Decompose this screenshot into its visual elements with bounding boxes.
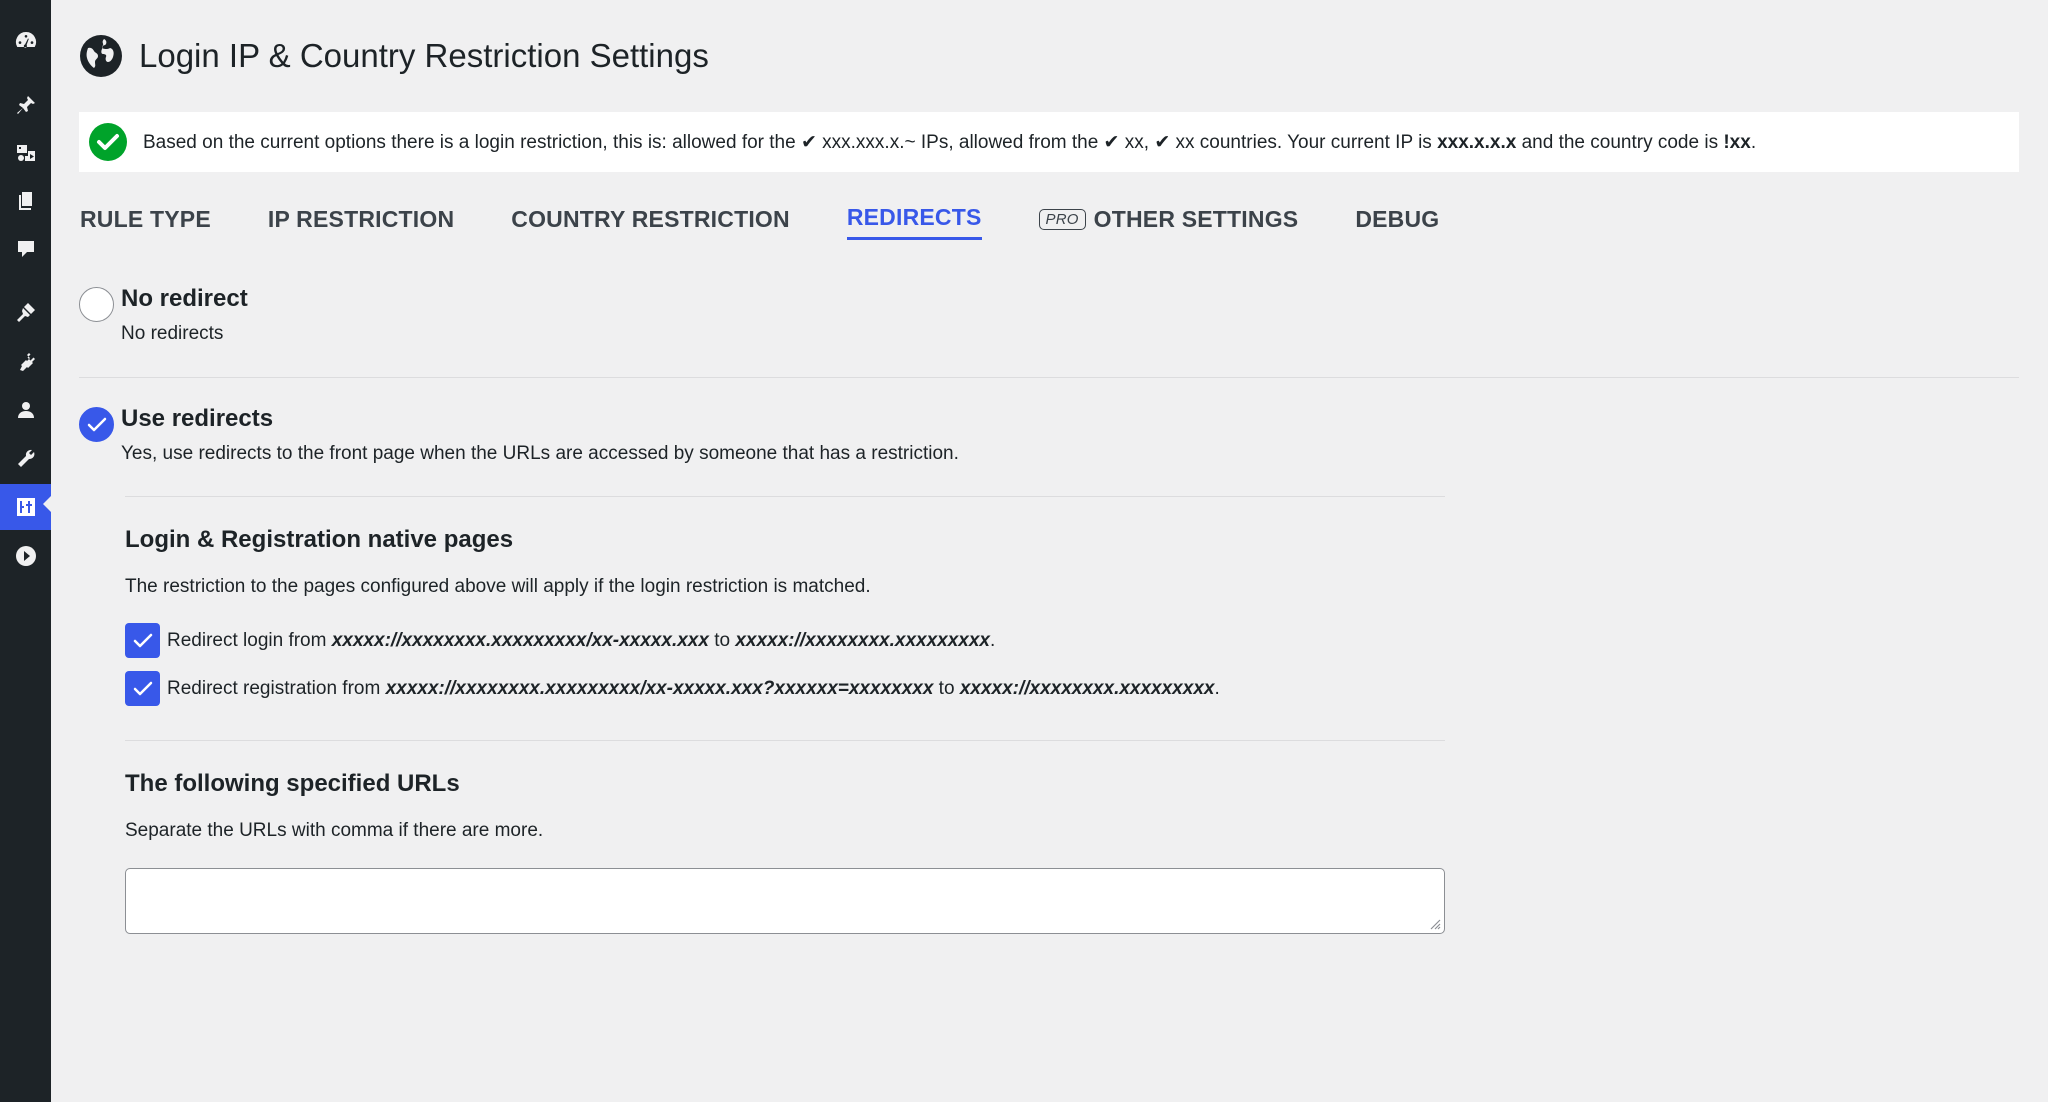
restriction-notice: Based on the current options there is a … — [79, 112, 2019, 172]
pro-badge: PRO — [1038, 208, 1086, 230]
tab-country-restriction[interactable]: Country restriction — [511, 204, 790, 240]
page-title: Login IP & Country Restriction Settings — [139, 37, 709, 74]
tab-rule-type[interactable]: Rule type — [80, 204, 211, 240]
pages-icon[interactable] — [0, 181, 51, 221]
native-pages-section: Login & Registration native pages The re… — [125, 526, 1445, 598]
globe-icon — [80, 35, 122, 77]
specified-urls-section: The following specified URLs Separate th… — [125, 770, 1445, 842]
tab-redirects[interactable]: Redirects — [846, 204, 982, 240]
redirect-login-option: Redirect login from xxxxx://xxxxxxxx.xxx… — [125, 623, 995, 658]
redirect-registration-label[interactable]: Redirect registration from xxxxx://xxxxx… — [167, 678, 1220, 700]
no-redirect-radio[interactable] — [79, 287, 114, 322]
native-pages-heading: Login & Registration native pages — [125, 526, 514, 553]
redirect-registration-checkbox[interactable] — [125, 671, 160, 706]
tools-icon[interactable] — [0, 438, 51, 478]
media-icon[interactable] — [0, 133, 51, 173]
specified-urls-textarea[interactable] — [126, 869, 1444, 933]
settings-icon[interactable] — [0, 484, 51, 530]
users-icon[interactable] — [0, 390, 51, 430]
no-redirect-title[interactable]: No redirect — [121, 285, 248, 313]
use-redirects-radio[interactable] — [79, 407, 114, 442]
specified-urls-desc: Separate the URLs with comma if there ar… — [125, 820, 544, 841]
native-pages-desc: The restriction to the pages configured … — [125, 576, 871, 597]
tab-debug[interactable]: Debug — [1355, 204, 1439, 240]
check-circle-icon — [89, 123, 127, 161]
notice-text: Based on the current options there is a … — [143, 131, 1757, 153]
redirect-registration-option: Redirect registration from xxxxx://xxxxx… — [125, 671, 1220, 706]
divider — [79, 377, 2019, 378]
resize-handle-icon[interactable] — [1427, 916, 1441, 930]
tab-other-settings[interactable]: PRO Other settings — [1038, 204, 1299, 240]
appearance-icon[interactable] — [0, 292, 51, 332]
settings-tabs: Rule type IP restriction Country restric… — [80, 204, 1496, 240]
page-header: Login IP & Country Restriction Settings — [79, 34, 709, 78]
checkmark-icon — [87, 417, 107, 432]
use-redirects-desc: Yes, use redirects to the front page whe… — [121, 443, 959, 464]
pin-icon[interactable] — [0, 85, 51, 125]
specified-urls-heading: The following specified URLs — [125, 770, 460, 797]
divider — [125, 740, 1445, 741]
no-redirect-desc: No redirects — [121, 323, 224, 344]
checkmark-icon — [133, 633, 152, 647]
redirect-login-label[interactable]: Redirect login from xxxxx://xxxxxxxx.xxx… — [167, 630, 995, 652]
use-redirects-title[interactable]: Use redirects — [121, 405, 273, 433]
comments-icon[interactable] — [0, 229, 51, 269]
admin-sidebar — [0, 0, 51, 1102]
play-icon[interactable] — [0, 536, 51, 576]
tab-ip-restriction[interactable]: IP restriction — [268, 204, 454, 240]
redirect-login-checkbox[interactable] — [125, 623, 160, 658]
specified-urls-field[interactable] — [125, 868, 1445, 934]
main-content: Login IP & Country Restriction Settings … — [51, 0, 2048, 1102]
plugins-icon[interactable] — [0, 342, 51, 382]
checkmark-icon — [133, 681, 152, 695]
dashboard-icon[interactable] — [0, 21, 51, 61]
divider — [125, 496, 1445, 497]
